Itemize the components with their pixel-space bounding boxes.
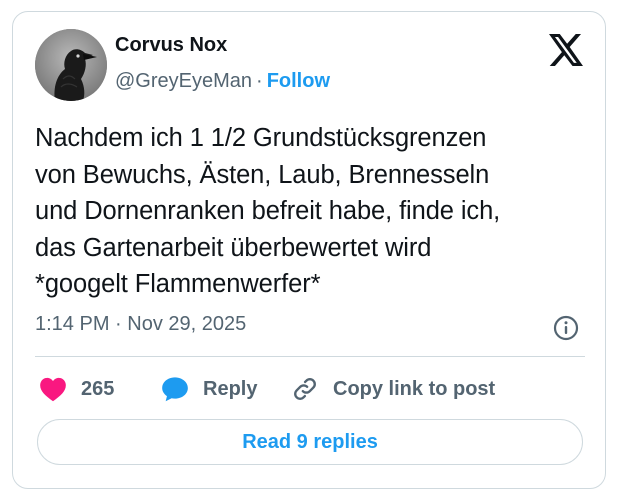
tweet-text-line: und Dornenranken befreit habe, finde ich… <box>35 197 501 225</box>
follow-button[interactable]: Follow <box>267 70 330 92</box>
author-handle-row: @GreyEyeMan · Follow <box>115 70 330 93</box>
read-replies-button[interactable]: Read 9 replies <box>37 419 583 465</box>
copy-link-label: Copy link to post <box>333 377 496 400</box>
like-count: 265 <box>81 377 115 400</box>
tweet-text-line: das Gartenarbeit überbewertet wird <box>35 233 432 262</box>
tweet-text-line: von Bewuchs, Ästen, Laub, Brennesseln <box>35 160 490 189</box>
heart-icon <box>40 377 66 402</box>
reply-bubble-icon <box>162 377 188 402</box>
tweet-text: Nachdem ich 1 1/2 Grundstücksgrenzen von… <box>35 120 595 303</box>
reply-button[interactable]: Reply <box>161 374 257 404</box>
link-icon <box>294 378 316 400</box>
tweet-text-line: Nachdem ich 1 1/2 Grundstücksgrenzen <box>35 124 487 152</box>
divider <box>35 356 585 357</box>
info-icon[interactable] <box>553 315 579 341</box>
raven-avatar-icon <box>35 29 107 101</box>
author-handle[interactable]: @GreyEyeMan <box>115 70 252 92</box>
tweet-card: Corvus Nox @GreyEyeMan · Follow Nachdem ic… <box>12 11 606 489</box>
reply-label: Reply <box>203 377 258 400</box>
tweet-text-line: *googelt Flammenwerfer* <box>35 270 321 298</box>
avatar[interactable] <box>35 29 107 101</box>
like-button[interactable]: 265 <box>39 374 114 404</box>
copy-link-button[interactable]: Copy link to post <box>291 374 495 404</box>
x-logo-icon[interactable] <box>549 34 583 66</box>
separator-dot: · <box>256 70 263 92</box>
tweet-timestamp[interactable]: 1:14 PM · Nov 29, 2025 <box>35 313 246 336</box>
author-name[interactable]: Corvus Nox <box>115 34 227 57</box>
